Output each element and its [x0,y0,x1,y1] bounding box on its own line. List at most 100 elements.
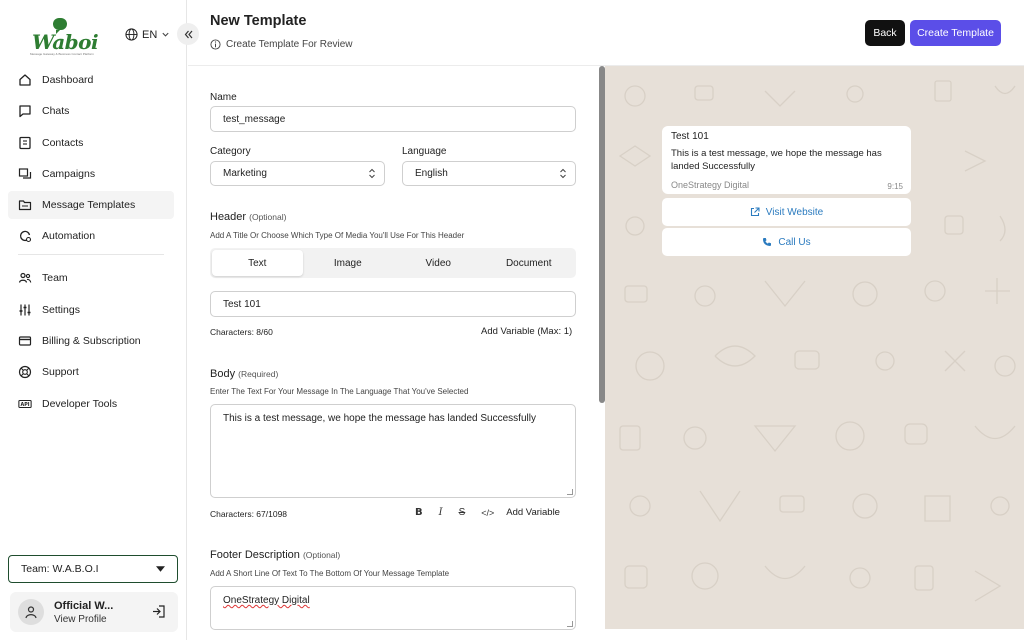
tab-video[interactable]: Video [393,250,484,276]
automation-icon [19,231,32,243]
chevron-down-icon [162,32,169,37]
contacts-book-icon [19,136,31,149]
sidebar-nav: Dashboard Chats Contacts Campaigns Messa… [8,66,174,421]
page-subtitle-text: Create Template For Review [226,39,353,50]
footer-hint: Add A Short Line Of Text To The Bottom O… [210,569,450,578]
avatar [18,599,44,625]
resize-handle[interactable] [567,489,573,495]
sidebar-item-label: Settings [42,303,80,316]
preview-footer: OneStrategy Digital [671,180,750,190]
language-label: Language [402,146,447,157]
sidebar-item-developer-tools[interactable]: API Developer Tools [8,390,174,418]
sidebar-item-settings[interactable]: Settings [8,296,174,324]
strikethrough-icon[interactable]: S [459,507,466,518]
profile-name: Official W... [54,599,114,612]
sidebar-item-chats[interactable]: Chats [8,97,174,125]
name-input[interactable]: test_message [210,106,576,132]
sidebar-item-label: Team [42,272,68,285]
sidebar-item-dashboard[interactable]: Dashboard [8,66,174,94]
chat-bubble-icon [53,18,67,34]
api-icon: API [18,399,32,408]
name-input-value: test_message [223,113,286,125]
bold-icon[interactable]: B [415,507,423,518]
header-media-tabs: Text Image Video Document [210,248,576,278]
folder-icon [18,200,32,211]
language-switcher[interactable]: EN [125,28,170,41]
team-select-value: Team: W.A.B.O.I [21,563,99,575]
sidebar-item-label: Contacts [42,136,84,149]
chevron-updown-icon [369,168,375,179]
sidebar-item-campaigns[interactable]: Campaigns [8,160,174,188]
preview-call-us-button[interactable]: Call Us [662,228,911,256]
header-text-value: Test 101 [223,298,261,310]
tab-document[interactable]: Document [484,250,575,276]
sidebar-item-message-templates[interactable]: Message Templates [8,191,174,220]
body-textarea-value: This is a test message, we hope the mess… [223,413,536,424]
brand-name: Waboi [32,30,99,54]
user-icon [25,606,37,619]
sidebar-item-label: Chats [42,105,70,118]
sidebar-item-label: Automation [42,230,96,243]
collapse-sidebar-button[interactable] [177,23,199,45]
chat-icon [19,105,31,118]
sidebar-item-team[interactable]: Team [8,264,174,292]
globe-icon [125,28,138,41]
preview-message-bubble: Test 101 This is a test message, we hope… [662,126,911,194]
body-add-variable-button[interactable]: Add Variable [506,507,560,518]
sidebar-item-automation[interactable]: Automation [8,222,174,250]
brand-tagline: Message Gateway & Business Contact Platf… [30,52,94,56]
body-char-count: Characters: 67/1098 [210,509,288,519]
phone-icon [763,238,772,246]
language-select[interactable]: English [402,161,576,186]
footer-textarea[interactable]: OneStrategy Digital [210,586,576,630]
category-select[interactable]: Marketing [210,161,385,186]
body-hint: Enter The Text For Your Message In The L… [210,387,469,396]
profile-card[interactable]: Official W... View Profile [10,592,178,632]
body-format-toolbar: B I S </> Add Variable [415,507,560,518]
italic-icon[interactable]: I [439,507,443,518]
body-textarea[interactable]: This is a test message, we hope the mess… [210,404,576,498]
page-title: New Template [210,13,307,29]
header-hint: Add A Title Or Choose Which Type Of Medi… [210,231,465,240]
tab-image[interactable]: Image [303,250,394,276]
sidebar-item-support[interactable]: Support [8,358,174,386]
body-section-title: Body (Required) [210,368,278,380]
resize-handle[interactable] [567,621,573,627]
sidebar-item-label: Message Templates [42,199,136,212]
sidebar-item-label: Developer Tools [42,397,118,410]
nav-divider [18,254,164,256]
brand-logo[interactable]: Waboi Message Gateway & Business Contact… [28,16,100,56]
category-select-value: Marketing [223,168,267,179]
chevrons-left-icon [184,30,192,38]
preview-title: Test 101 [671,131,709,142]
sidebar-item-billing[interactable]: Billing & Subscription [8,327,174,355]
preview-visit-website-button[interactable]: Visit Website [662,198,911,226]
header-optional-tag: (Optional) [249,212,287,222]
tab-text[interactable]: Text [212,250,303,276]
header-text-input[interactable]: Test 101 [210,291,576,317]
view-profile-link[interactable]: View Profile [54,614,113,625]
home-icon [19,74,31,86]
footer-section-title-text: Footer Description [210,549,300,561]
campaign-icon [18,168,32,179]
template-form: Name test_message Category Marketing Lan… [188,66,598,640]
sidebar-item-contacts[interactable]: Contacts [8,129,174,157]
preview-visit-website-label: Visit Website [765,206,824,218]
info-icon [210,39,221,50]
sidebar-item-label: Billing & Subscription [42,335,141,348]
header-section-title-text: Header [210,211,247,223]
header-add-variable-button[interactable]: Add Variable (Max: 1) [481,326,572,337]
body-section-title-text: Body [210,368,236,380]
create-template-button[interactable]: Create Template [910,20,1001,46]
team-select[interactable]: Team: W.A.B.O.I [8,555,178,583]
page-subtitle: Create Template For Review [210,39,353,50]
preview-timestamp: 9:15 [887,182,903,191]
footer-optional-tag: (Optional) [302,550,341,560]
back-button[interactable]: Back [865,20,905,46]
sliders-icon [19,304,31,316]
footer-section-title: Footer Description (Optional) [210,549,340,561]
logout-icon[interactable] [151,604,166,619]
message-preview: Test 101 This is a test message, we hope… [605,66,1024,629]
code-icon[interactable]: </> [481,508,494,518]
svg-text:API: API [20,402,29,408]
